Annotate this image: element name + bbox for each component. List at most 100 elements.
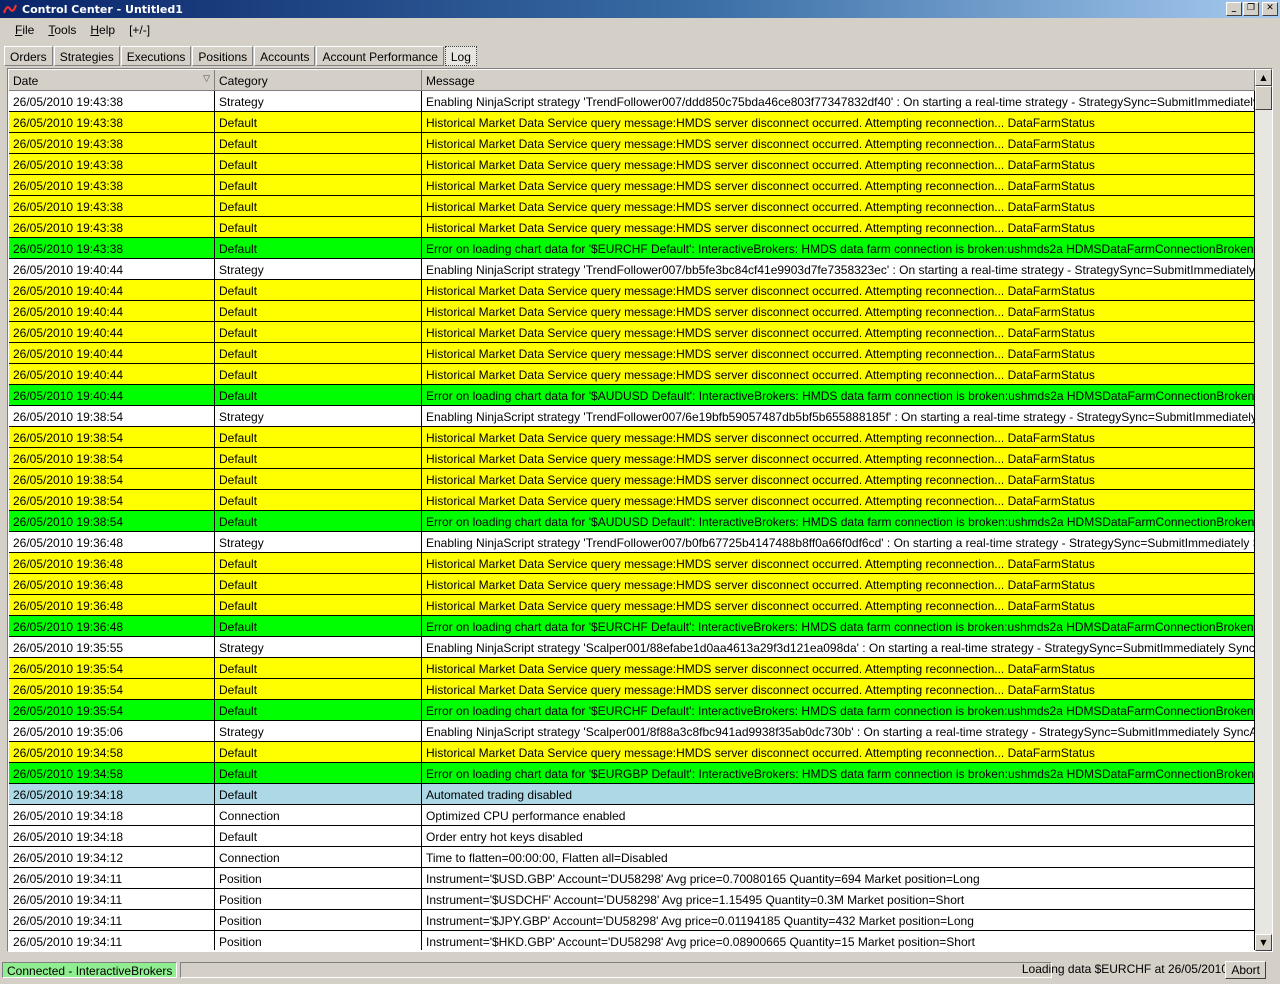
row-date: 26/05/2010 19:40:44 xyxy=(9,280,215,300)
table-row[interactable]: 26/05/2010 19:43:38 Default Error on loadi… xyxy=(9,238,1255,259)
table-row[interactable]: 26/05/2010 19:35:06 Strategy Enabling Ninj… xyxy=(9,721,1255,742)
row-message: Automated trading disabled xyxy=(422,784,1255,804)
table-row[interactable]: 26/05/2010 19:43:38 Default Historical Mar… xyxy=(9,112,1255,133)
scroll-thumb[interactable] xyxy=(1255,86,1272,110)
scroll-up-arrow-icon[interactable]: ▲ xyxy=(1255,69,1272,86)
table-row[interactable]: 26/05/2010 19:40:44 Strategy Enabling Ninj… xyxy=(9,259,1255,280)
table-row[interactable]: 26/05/2010 19:34:11 Position Instrument='$… xyxy=(9,889,1255,910)
row-message: Enabling NinjaScript strategy 'Scalper00… xyxy=(422,637,1255,657)
row-message: Enabling NinjaScript strategy 'Scalper00… xyxy=(422,721,1255,741)
tab-executions[interactable]: Executions xyxy=(120,46,192,66)
table-row[interactable]: 26/05/2010 19:34:11 Position Instrument='$… xyxy=(9,910,1255,931)
status-bar: Connected - InteractiveBrokers Loading d… xyxy=(0,960,1280,980)
row-category: Default xyxy=(215,343,422,363)
table-row[interactable]: 26/05/2010 19:34:18 Connection Optimized C… xyxy=(9,805,1255,826)
menu-help[interactable]: Help xyxy=(83,21,122,39)
table-row[interactable]: 26/05/2010 19:36:48 Default Error on loadi… xyxy=(9,616,1255,637)
row-category: Default xyxy=(215,511,422,531)
table-row[interactable]: 26/05/2010 19:40:44 Default Historical Mar… xyxy=(9,280,1255,301)
row-message: Error on loading chart data for '$EURGBP… xyxy=(422,763,1255,783)
table-row[interactable]: 26/05/2010 19:40:44 Default Error on loadi… xyxy=(9,385,1255,406)
row-message: Historical Market Data Service query mes… xyxy=(422,301,1255,321)
row-date: 26/05/2010 19:38:54 xyxy=(9,406,215,426)
row-date: 26/05/2010 19:34:11 xyxy=(9,868,215,888)
table-row[interactable]: 26/05/2010 19:38:54 Default Historical Mar… xyxy=(9,427,1255,448)
row-message: Optimized CPU performance enabled xyxy=(422,805,1255,825)
tab-strategies[interactable]: Strategies xyxy=(53,46,120,66)
row-message: Order entry hot keys disabled xyxy=(422,826,1255,846)
tab-log[interactable]: Log xyxy=(444,46,477,66)
table-row[interactable]: 26/05/2010 19:34:58 Default Error on loadi… xyxy=(9,763,1255,784)
table-row[interactable]: 26/05/2010 19:35:54 Default Historical Mar… xyxy=(9,658,1255,679)
row-category: Strategy xyxy=(215,91,422,111)
row-category: Default xyxy=(215,112,422,132)
row-date: 26/05/2010 19:34:11 xyxy=(9,910,215,930)
table-row[interactable]: 26/05/2010 19:36:48 Default Historical Mar… xyxy=(9,595,1255,616)
row-message: Enabling NinjaScript strategy 'TrendFoll… xyxy=(422,532,1255,552)
vertical-scrollbar[interactable]: ▲ ▼ xyxy=(1255,69,1272,951)
table-row[interactable]: 26/05/2010 19:36:48 Default Historical Mar… xyxy=(9,574,1255,595)
table-row[interactable]: 26/05/2010 19:40:44 Default Historical Mar… xyxy=(9,301,1255,322)
scroll-down-arrow-icon[interactable]: ▼ xyxy=(1255,934,1272,951)
menu-file[interactable]: File xyxy=(8,21,41,39)
row-category: Position xyxy=(215,889,422,909)
row-message: Error on loading chart data for '$AUDUSD… xyxy=(422,511,1255,531)
restore-button[interactable]: ❐ xyxy=(1243,2,1259,16)
table-row[interactable]: 26/05/2010 19:38:54 Default Historical Mar… xyxy=(9,448,1255,469)
tab-account-performance[interactable]: Account Performance xyxy=(316,46,444,66)
close-button[interactable]: ✕ xyxy=(1262,2,1278,16)
column-header-date-label: Date xyxy=(13,74,39,88)
table-row[interactable]: 26/05/2010 19:34:58 Default Historical Mar… xyxy=(9,742,1255,763)
tab-accounts[interactable]: Accounts xyxy=(254,46,316,66)
column-header-category[interactable]: Category xyxy=(215,70,422,90)
table-row[interactable]: 26/05/2010 19:34:18 Default Automated trad… xyxy=(9,784,1255,805)
row-message: Enabling NinjaScript strategy 'TrendFoll… xyxy=(422,259,1255,279)
table-row[interactable]: 26/05/2010 19:34:11 Position Instrument='$… xyxy=(9,868,1255,889)
row-message: Instrument='$HKD.GBP' Account='DU58298' … xyxy=(422,931,1255,950)
row-date: 26/05/2010 19:40:44 xyxy=(9,385,215,405)
table-row[interactable]: 26/05/2010 19:35:55 Strategy Enabling Ninj… xyxy=(9,637,1255,658)
row-category: Default xyxy=(215,616,422,636)
row-category: Strategy xyxy=(215,406,422,426)
table-row[interactable]: 26/05/2010 19:43:38 Default Historical Mar… xyxy=(9,175,1255,196)
table-row[interactable]: 26/05/2010 19:40:44 Default Historical Mar… xyxy=(9,364,1255,385)
connection-status: Connected - InteractiveBrokers xyxy=(2,962,178,978)
row-message: Historical Market Data Service query mes… xyxy=(422,574,1255,594)
row-date: 26/05/2010 19:34:18 xyxy=(9,805,215,825)
table-row[interactable]: 26/05/2010 19:38:54 Strategy Enabling Ninj… xyxy=(9,406,1255,427)
row-message: Historical Market Data Service query mes… xyxy=(422,427,1255,447)
table-row[interactable]: 26/05/2010 19:38:54 Default Historical Mar… xyxy=(9,469,1255,490)
window-title: Control Center - Untitled1 xyxy=(22,2,183,16)
table-row[interactable]: 26/05/2010 19:38:54 Default Historical Mar… xyxy=(9,490,1255,511)
title-bar[interactable]: Control Center - Untitled1 _ ❐ ✕ xyxy=(0,0,1280,18)
table-row[interactable]: 26/05/2010 19:35:54 Default Error on loadi… xyxy=(9,700,1255,721)
abort-button[interactable]: Abort xyxy=(1225,961,1266,979)
minimize-button[interactable]: _ xyxy=(1226,2,1242,16)
table-row[interactable]: 26/05/2010 19:36:48 Default Historical Mar… xyxy=(9,553,1255,574)
row-category: Default xyxy=(215,196,422,216)
table-row[interactable]: 26/05/2010 19:43:38 Default Historical Mar… xyxy=(9,217,1255,238)
table-row[interactable]: 26/05/2010 19:34:18 Default Order entry ho… xyxy=(9,826,1255,847)
menu-expand-collapse[interactable]: [+/-] xyxy=(122,21,157,39)
log-grid: Date ▽ Category Message 26/05/2010 19:43… xyxy=(7,68,1273,952)
table-row[interactable]: 26/05/2010 19:43:38 Default Historical Mar… xyxy=(9,133,1255,154)
row-category: Default xyxy=(215,448,422,468)
column-header-date[interactable]: Date ▽ xyxy=(9,70,215,90)
row-category: Default xyxy=(215,301,422,321)
table-row[interactable]: 26/05/2010 19:38:54 Default Error on loadi… xyxy=(9,511,1255,532)
row-message: Historical Market Data Service query mes… xyxy=(422,154,1255,174)
table-row[interactable]: 26/05/2010 19:36:48 Strategy Enabling Ninj… xyxy=(9,532,1255,553)
table-row[interactable]: 26/05/2010 19:43:38 Strategy Enabling Ninj… xyxy=(9,91,1255,112)
table-row[interactable]: 26/05/2010 19:34:11 Position Instrument='$… xyxy=(9,931,1255,950)
table-row[interactable]: 26/05/2010 19:43:38 Default Historical Mar… xyxy=(9,154,1255,175)
table-row[interactable]: 26/05/2010 19:35:54 Default Historical Mar… xyxy=(9,679,1255,700)
column-header-message[interactable]: Message xyxy=(422,70,1255,90)
tab-positions[interactable]: Positions xyxy=(192,46,254,66)
menu-tools[interactable]: Tools xyxy=(41,21,83,39)
table-row[interactable]: 26/05/2010 19:40:44 Default Historical Mar… xyxy=(9,322,1255,343)
table-row[interactable]: 26/05/2010 19:34:12 Connection Time to fla… xyxy=(9,847,1255,868)
row-message: Historical Market Data Service query mes… xyxy=(422,322,1255,342)
table-row[interactable]: 26/05/2010 19:40:44 Default Historical Mar… xyxy=(9,343,1255,364)
table-row[interactable]: 26/05/2010 19:43:38 Default Historical Mar… xyxy=(9,196,1255,217)
tab-orders[interactable]: Orders xyxy=(4,46,53,66)
